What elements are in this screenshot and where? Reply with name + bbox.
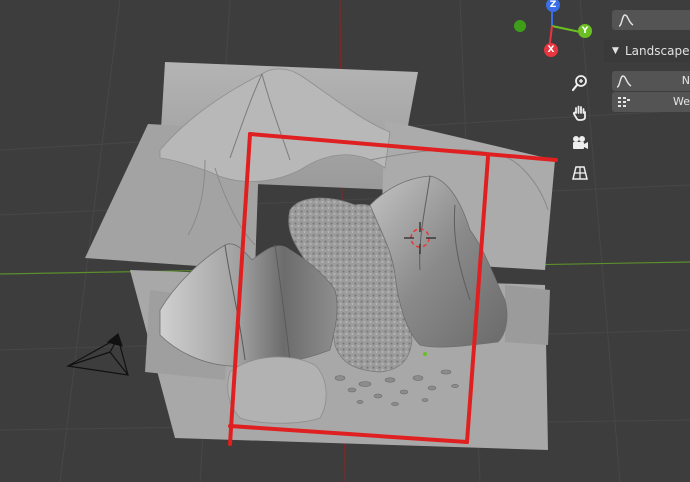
data-grid-icon bbox=[618, 97, 630, 107]
sidebar-row-curve[interactable]: N bbox=[612, 71, 690, 91]
perspective-toggle-button[interactable] bbox=[567, 160, 593, 186]
zoom-button[interactable] bbox=[567, 70, 593, 96]
object-origin bbox=[423, 352, 427, 356]
sidebar-row-grid[interactable]: We bbox=[612, 92, 690, 112]
hand-pan-icon bbox=[573, 105, 586, 121]
gizmo-x-ball[interactable]: X bbox=[544, 43, 558, 57]
gizmo-neg-y-ball[interactable] bbox=[514, 20, 526, 32]
gizmo-y-line bbox=[551, 25, 579, 33]
curve-icon bbox=[618, 14, 634, 27]
landscape-panel-header[interactable]: ▼ Landscape T bbox=[604, 40, 690, 62]
chevron-down-icon: ▼ bbox=[612, 46, 619, 56]
camera-icon bbox=[573, 136, 588, 149]
terrain-bottom-dome bbox=[227, 356, 327, 424]
gizmo-z-ball[interactable]: Z bbox=[546, 0, 560, 12]
3d-viewport[interactable]: Z Y X ▼ Landscape N We bbox=[0, 0, 690, 482]
panel-title: Landscape T bbox=[625, 44, 690, 58]
sidebar-top-field[interactable] bbox=[612, 10, 690, 30]
pan-button[interactable] bbox=[567, 100, 593, 126]
navigation-gizmo[interactable]: Z Y X bbox=[510, 0, 592, 62]
sidebar-n-panel: ▼ Landscape T N We bbox=[604, 0, 690, 120]
camera-object bbox=[66, 332, 129, 376]
gizmo-y-ball[interactable]: Y bbox=[578, 24, 592, 38]
curve-icon bbox=[616, 75, 632, 88]
sidebar-row-grid-label: We bbox=[673, 95, 690, 108]
grid-perspective-icon bbox=[572, 166, 588, 180]
sidebar-row-curve-label: N bbox=[681, 74, 690, 87]
magnifier-zoom-icon bbox=[571, 75, 587, 92]
camera-view-button[interactable] bbox=[567, 130, 593, 156]
